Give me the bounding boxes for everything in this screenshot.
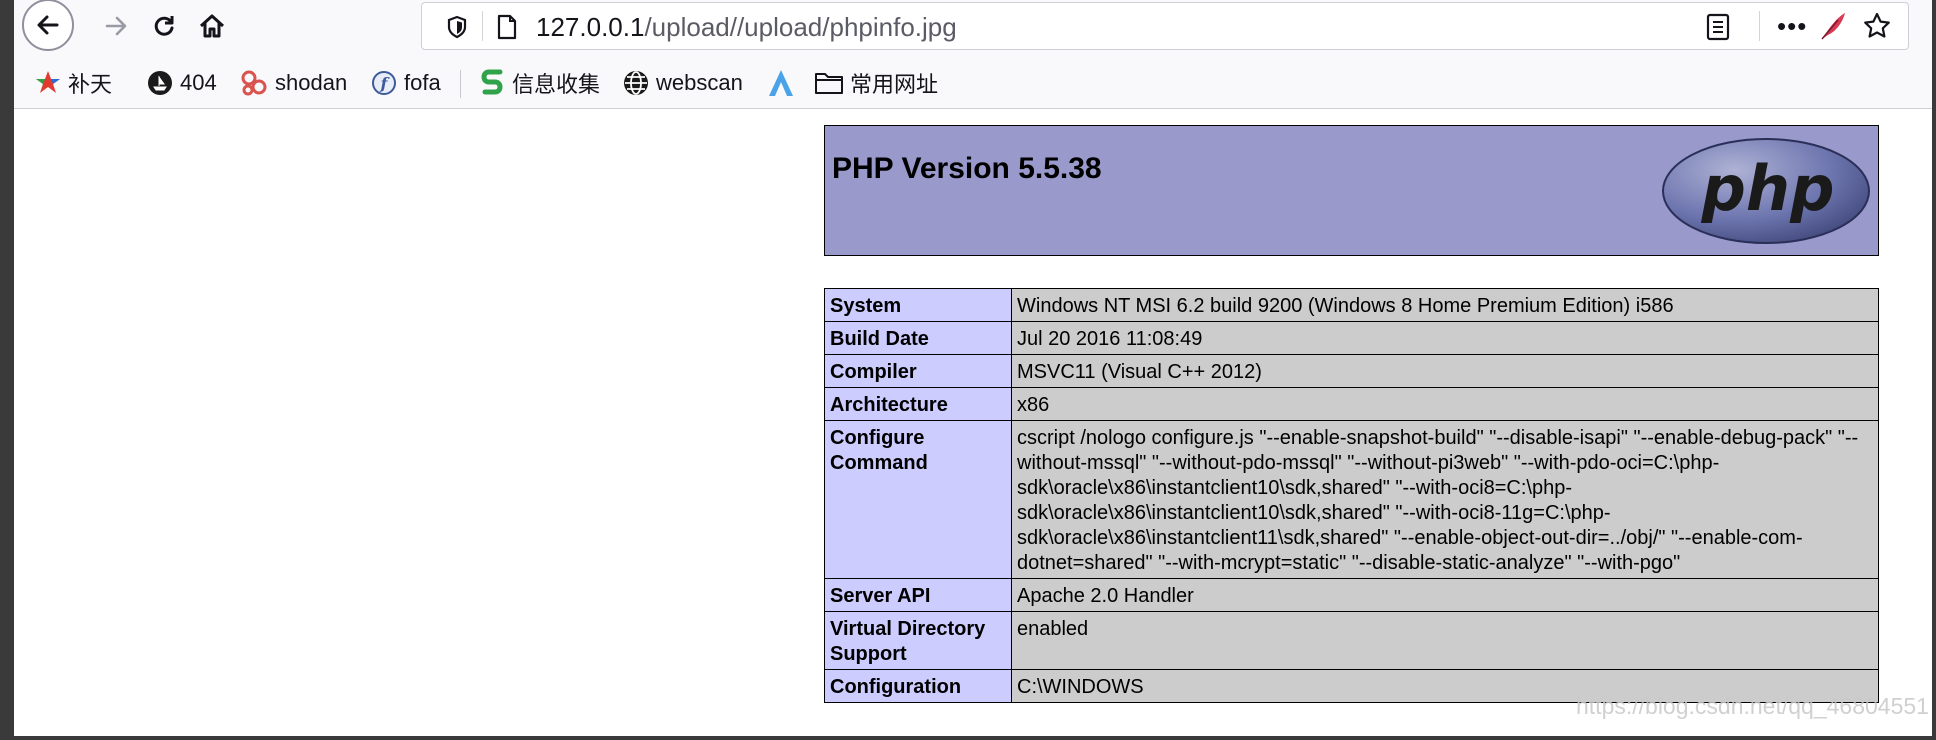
forward-button[interactable] bbox=[94, 4, 138, 48]
page-icon[interactable] bbox=[496, 14, 518, 45]
php-info-table: System Windows NT MSI 6.2 build 9200 (Win… bbox=[824, 288, 1879, 703]
row-key: Architecture bbox=[824, 387, 1012, 421]
more-icon[interactable]: ••• bbox=[1777, 11, 1807, 42]
back-icon bbox=[37, 15, 59, 35]
row-value: cscript /nologo configure.js "--enable-s… bbox=[1011, 420, 1879, 579]
url-host: 127.0.0.1 bbox=[536, 12, 645, 42]
bookmark-label: fofa bbox=[404, 70, 441, 95]
bookmark-shodan[interactable]: shodan bbox=[239, 68, 347, 98]
row-value: Windows NT MSI 6.2 build 9200 (Windows 8… bbox=[1011, 288, 1879, 322]
forward-icon bbox=[105, 16, 127, 36]
row-key: Virtual Directory Support bbox=[824, 611, 1012, 670]
s-logo-icon bbox=[480, 68, 506, 98]
star-icon[interactable] bbox=[1862, 11, 1892, 46]
bookmark-label: webscan bbox=[656, 70, 743, 95]
row-value: Apache 2.0 Handler bbox=[1011, 578, 1879, 612]
row-key: Compiler bbox=[824, 354, 1012, 388]
home-button[interactable] bbox=[190, 4, 234, 48]
table-row: Build Date Jul 20 2016 11:08:49 bbox=[824, 321, 1879, 355]
folder-icon bbox=[814, 70, 844, 96]
reload-icon bbox=[154, 16, 174, 36]
row-value: x86 bbox=[1011, 387, 1879, 421]
feather-icon[interactable] bbox=[1818, 10, 1848, 47]
bookmark-folder-common-sites[interactable]: 常用网址 bbox=[814, 68, 938, 98]
bookmark-404[interactable]: 404 bbox=[146, 68, 217, 98]
table-row: Compiler MSVC11 (Visual C++ 2012) bbox=[824, 354, 1879, 388]
ship-icon bbox=[146, 69, 174, 97]
row-value: MSVC11 (Visual C++ 2012) bbox=[1011, 354, 1879, 388]
watermark-text: https://blog.csdn.net/qq_46804551 bbox=[1576, 693, 1929, 719]
url-divider-right bbox=[1759, 11, 1760, 41]
row-value: enabled bbox=[1011, 611, 1879, 670]
bookmarks-toolbar: 补天 404 shodan f fofa 信息收集 webscan 常用网址 bbox=[14, 56, 1932, 109]
bookmark-label: 常用网址 bbox=[850, 72, 939, 97]
row-value: Jul 20 2016 11:08:49 bbox=[1011, 321, 1879, 355]
row-key: Configuration bbox=[824, 669, 1012, 703]
php-logo[interactable]: php bbox=[1660, 136, 1872, 251]
navigation-toolbar: 127.0.0.1/upload//upload/phpinfo.jpg ••• bbox=[14, 0, 1932, 52]
bookmarks-separator bbox=[460, 70, 461, 98]
row-key: Configure Command bbox=[824, 420, 1012, 579]
reload-button[interactable] bbox=[142, 4, 186, 48]
page-content: PHP Version 5.5.38 php System Windows NT… bbox=[14, 109, 1932, 736]
php-version-header: PHP Version 5.5.38 php bbox=[824, 125, 1879, 256]
bookmark-label: 补天 bbox=[68, 72, 113, 97]
reader-view-icon[interactable] bbox=[1705, 13, 1731, 46]
table-row: Server API Apache 2.0 Handler bbox=[824, 578, 1879, 612]
bookmark-fofa[interactable]: f fofa bbox=[370, 68, 441, 98]
url-divider bbox=[482, 11, 483, 41]
bookmark-butian[interactable]: 补天 bbox=[34, 68, 112, 98]
row-key: Build Date bbox=[824, 321, 1012, 355]
bookmark-label: 404 bbox=[180, 70, 217, 95]
a-logo-icon bbox=[766, 68, 796, 98]
shield-icon[interactable] bbox=[446, 15, 468, 44]
url-path: /upload//upload/phpinfo.jpg bbox=[644, 12, 957, 42]
globe-icon bbox=[622, 69, 650, 97]
address-bar[interactable]: 127.0.0.1/upload//upload/phpinfo.jpg ••• bbox=[421, 2, 1909, 50]
php-logo-text: php bbox=[1701, 152, 1835, 225]
bookmark-a-logo[interactable] bbox=[766, 68, 802, 98]
row-key: Server API bbox=[824, 578, 1012, 612]
fofa-icon: f bbox=[370, 69, 398, 97]
bookmark-label: shodan bbox=[275, 70, 348, 95]
back-button[interactable] bbox=[22, 0, 74, 51]
page-title: PHP Version 5.5.38 bbox=[832, 152, 1102, 185]
bookmark-webscan[interactable]: webscan bbox=[622, 68, 743, 98]
browser-window: 127.0.0.1/upload//upload/phpinfo.jpg ••• bbox=[14, 0, 1932, 736]
bookmark-label: 信息收集 bbox=[512, 72, 601, 97]
table-row: System Windows NT MSI 6.2 build 9200 (Win… bbox=[824, 288, 1879, 322]
table-row: Virtual Directory Support enabled bbox=[824, 611, 1879, 670]
star-logo-icon bbox=[34, 69, 62, 97]
bookmark-info-gathering[interactable]: 信息收集 bbox=[480, 68, 600, 98]
home-icon bbox=[199, 14, 225, 38]
table-row: Architecture x86 bbox=[824, 387, 1879, 421]
row-key: System bbox=[824, 288, 1012, 322]
table-row: Configure Command cscript /nologo configu… bbox=[824, 420, 1879, 579]
shodan-icon bbox=[239, 68, 269, 98]
url-text[interactable]: 127.0.0.1/upload//upload/phpinfo.jpg bbox=[536, 12, 957, 43]
